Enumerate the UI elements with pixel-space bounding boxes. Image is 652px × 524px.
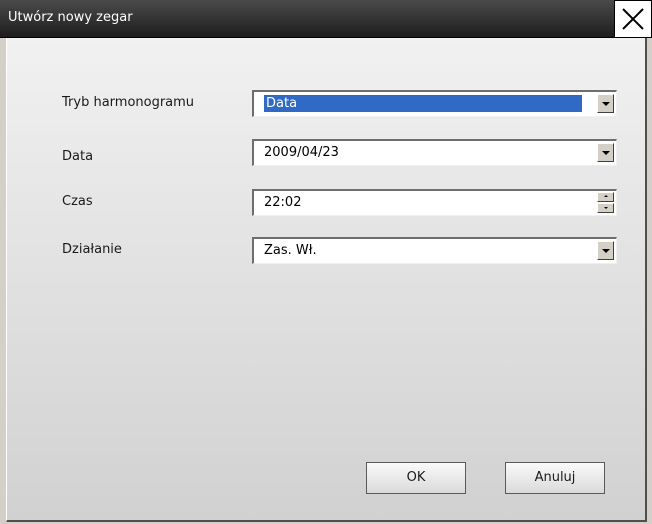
cancel-button[interactable]: Anuluj: [505, 462, 605, 494]
window-title: Utwórz nowy zegar: [8, 10, 133, 25]
time-label: Czas: [62, 194, 93, 209]
ok-button[interactable]: OK: [366, 462, 466, 494]
time-spin-buttons: [597, 192, 614, 213]
schedule-mode-label: Tryb harmonogramu: [62, 95, 195, 110]
create-timer-dialog: Utwórz nowy zegar Tryb harmonogramu Data…: [0, 0, 652, 524]
schedule-mode-select[interactable]: Data: [252, 90, 617, 117]
time-value: 22:02: [264, 195, 302, 210]
dialog-body: Tryb harmonogramu Data Data 2009/04/23 C…: [6, 38, 647, 522]
spin-up-icon[interactable]: [597, 192, 614, 202]
spin-down-icon[interactable]: [597, 203, 614, 213]
chevron-down-icon[interactable]: [597, 241, 614, 260]
chevron-down-icon[interactable]: [597, 94, 614, 113]
close-button[interactable]: [614, 0, 652, 38]
action-value: Zas. Wł.: [264, 243, 317, 258]
title-bar: Utwórz nowy zegar: [0, 0, 652, 38]
action-label: Działanie: [62, 242, 122, 257]
close-icon: [622, 8, 644, 30]
action-select[interactable]: Zas. Wł.: [252, 237, 617, 264]
date-label: Data: [62, 149, 94, 164]
schedule-mode-value: Data: [264, 95, 582, 112]
date-value: 2009/04/23: [264, 145, 339, 160]
time-spinner[interactable]: 22:02: [252, 189, 617, 216]
date-select[interactable]: 2009/04/23: [252, 139, 617, 166]
chevron-down-icon[interactable]: [597, 143, 614, 162]
